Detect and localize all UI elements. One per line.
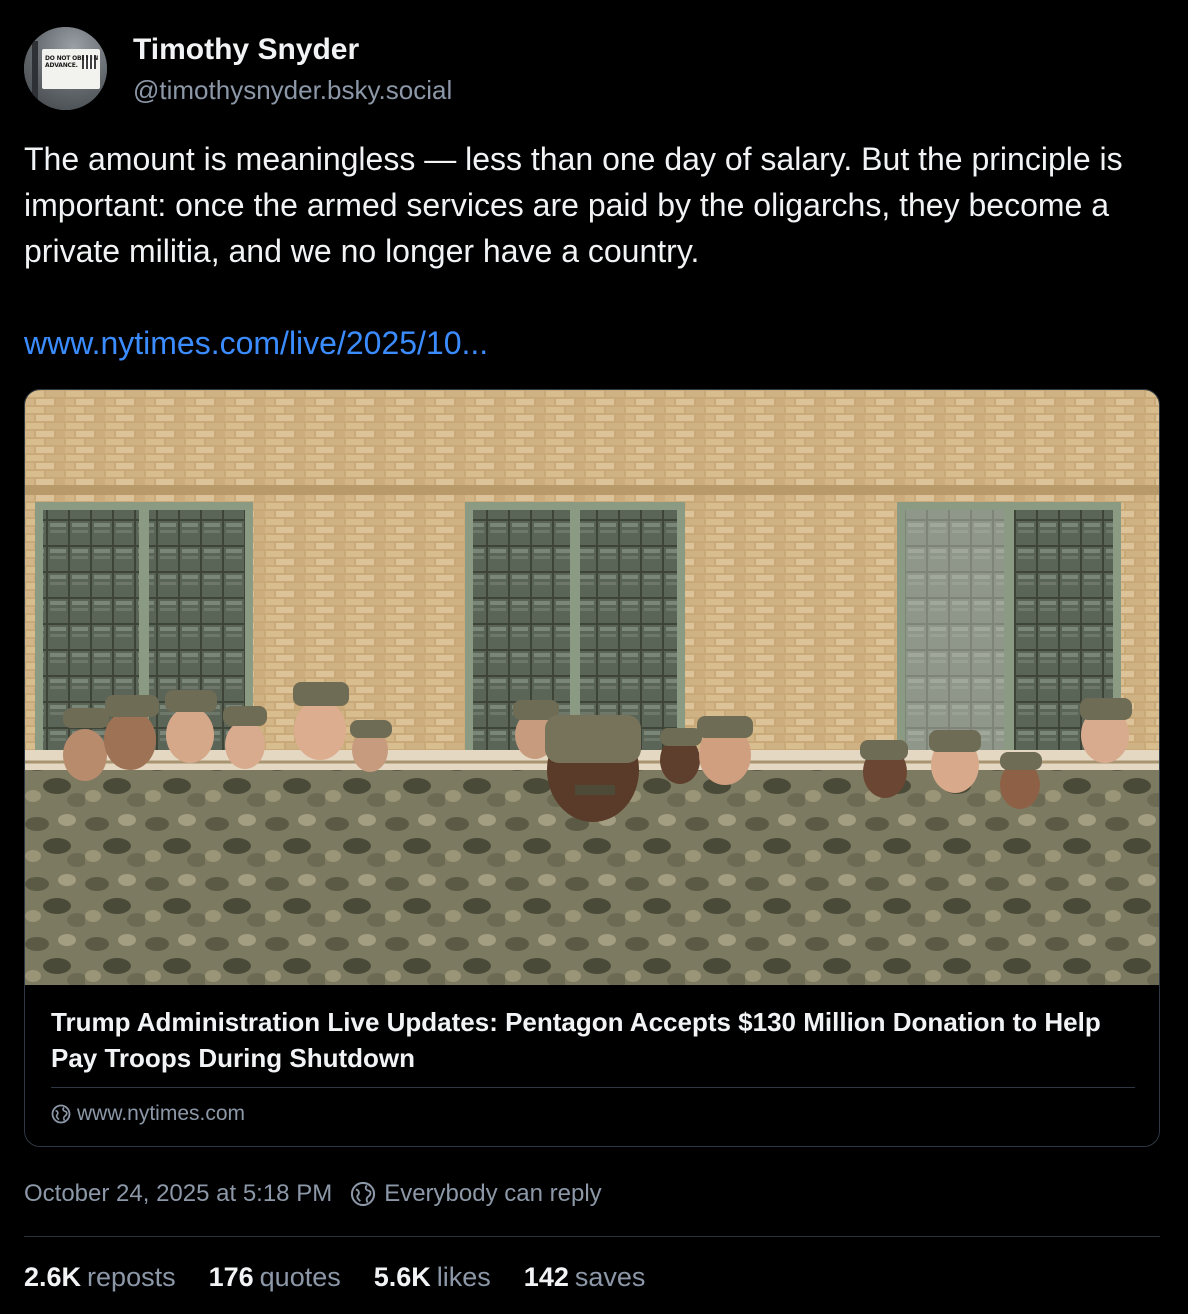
link-card-divider (51, 1087, 1135, 1088)
stat-reposts[interactable]: 2.6K reposts (24, 1260, 176, 1294)
post-meta: October 24, 2025 at 5:18 PM Everybody ca… (24, 1180, 602, 1208)
stat-saves[interactable]: 142 saves (524, 1260, 646, 1294)
reply-setting-text: Everybody can reply (384, 1180, 602, 1207)
avatar[interactable]: DO NOT OBEY IN ADVANCE. (24, 27, 107, 110)
author-display-name[interactable]: Timothy Snyder (133, 32, 452, 68)
stat-count: 5.6K (373, 1262, 431, 1292)
stats-divider (24, 1236, 1160, 1237)
post-header: DO NOT OBEY IN ADVANCE. Timothy Snyder @… (24, 27, 452, 110)
link-card[interactable]: Trump Administration Live Updates: Penta… (24, 389, 1160, 1147)
qr-code-icon (82, 55, 96, 69)
post-link[interactable]: www.nytimes.com/live/2025/10... (24, 320, 488, 366)
stat-count: 2.6K (24, 1262, 82, 1292)
link-card-domain: www.nytimes.com (51, 1102, 245, 1126)
stat-label: reposts (87, 1262, 176, 1292)
post-stats: 2.6K reposts 176 quotes 5.6K likes 142 saves (24, 1260, 678, 1294)
author-handle[interactable]: @timothysnyder.bsky.social (133, 74, 452, 106)
stat-quotes[interactable]: 176 quotes (209, 1260, 341, 1294)
stat-count: 176 (208, 1262, 254, 1292)
globe-icon (51, 1104, 71, 1124)
stat-likes[interactable]: 5.6K likes (374, 1260, 491, 1294)
reply-setting: Everybody can reply (350, 1180, 602, 1208)
stat-label: quotes (259, 1262, 341, 1292)
stat-label: likes (436, 1262, 491, 1292)
globe-icon (351, 1181, 376, 1207)
avatar-sign: DO NOT OBEY IN ADVANCE. (42, 49, 100, 89)
post-text: The amount is meaningless — less than on… (24, 141, 1132, 269)
author-names: Timothy Snyder @timothysnyder.bsky.socia… (133, 32, 452, 106)
post-timestamp[interactable]: October 24, 2025 at 5:18 PM (24, 1180, 332, 1208)
link-card-domain-text: www.nytimes.com (77, 1102, 246, 1125)
link-card-image (25, 390, 1159, 985)
stat-count: 142 (523, 1262, 569, 1292)
stat-label: saves (574, 1262, 646, 1292)
link-card-title[interactable]: Trump Administration Live Updates: Penta… (51, 1004, 1141, 1076)
